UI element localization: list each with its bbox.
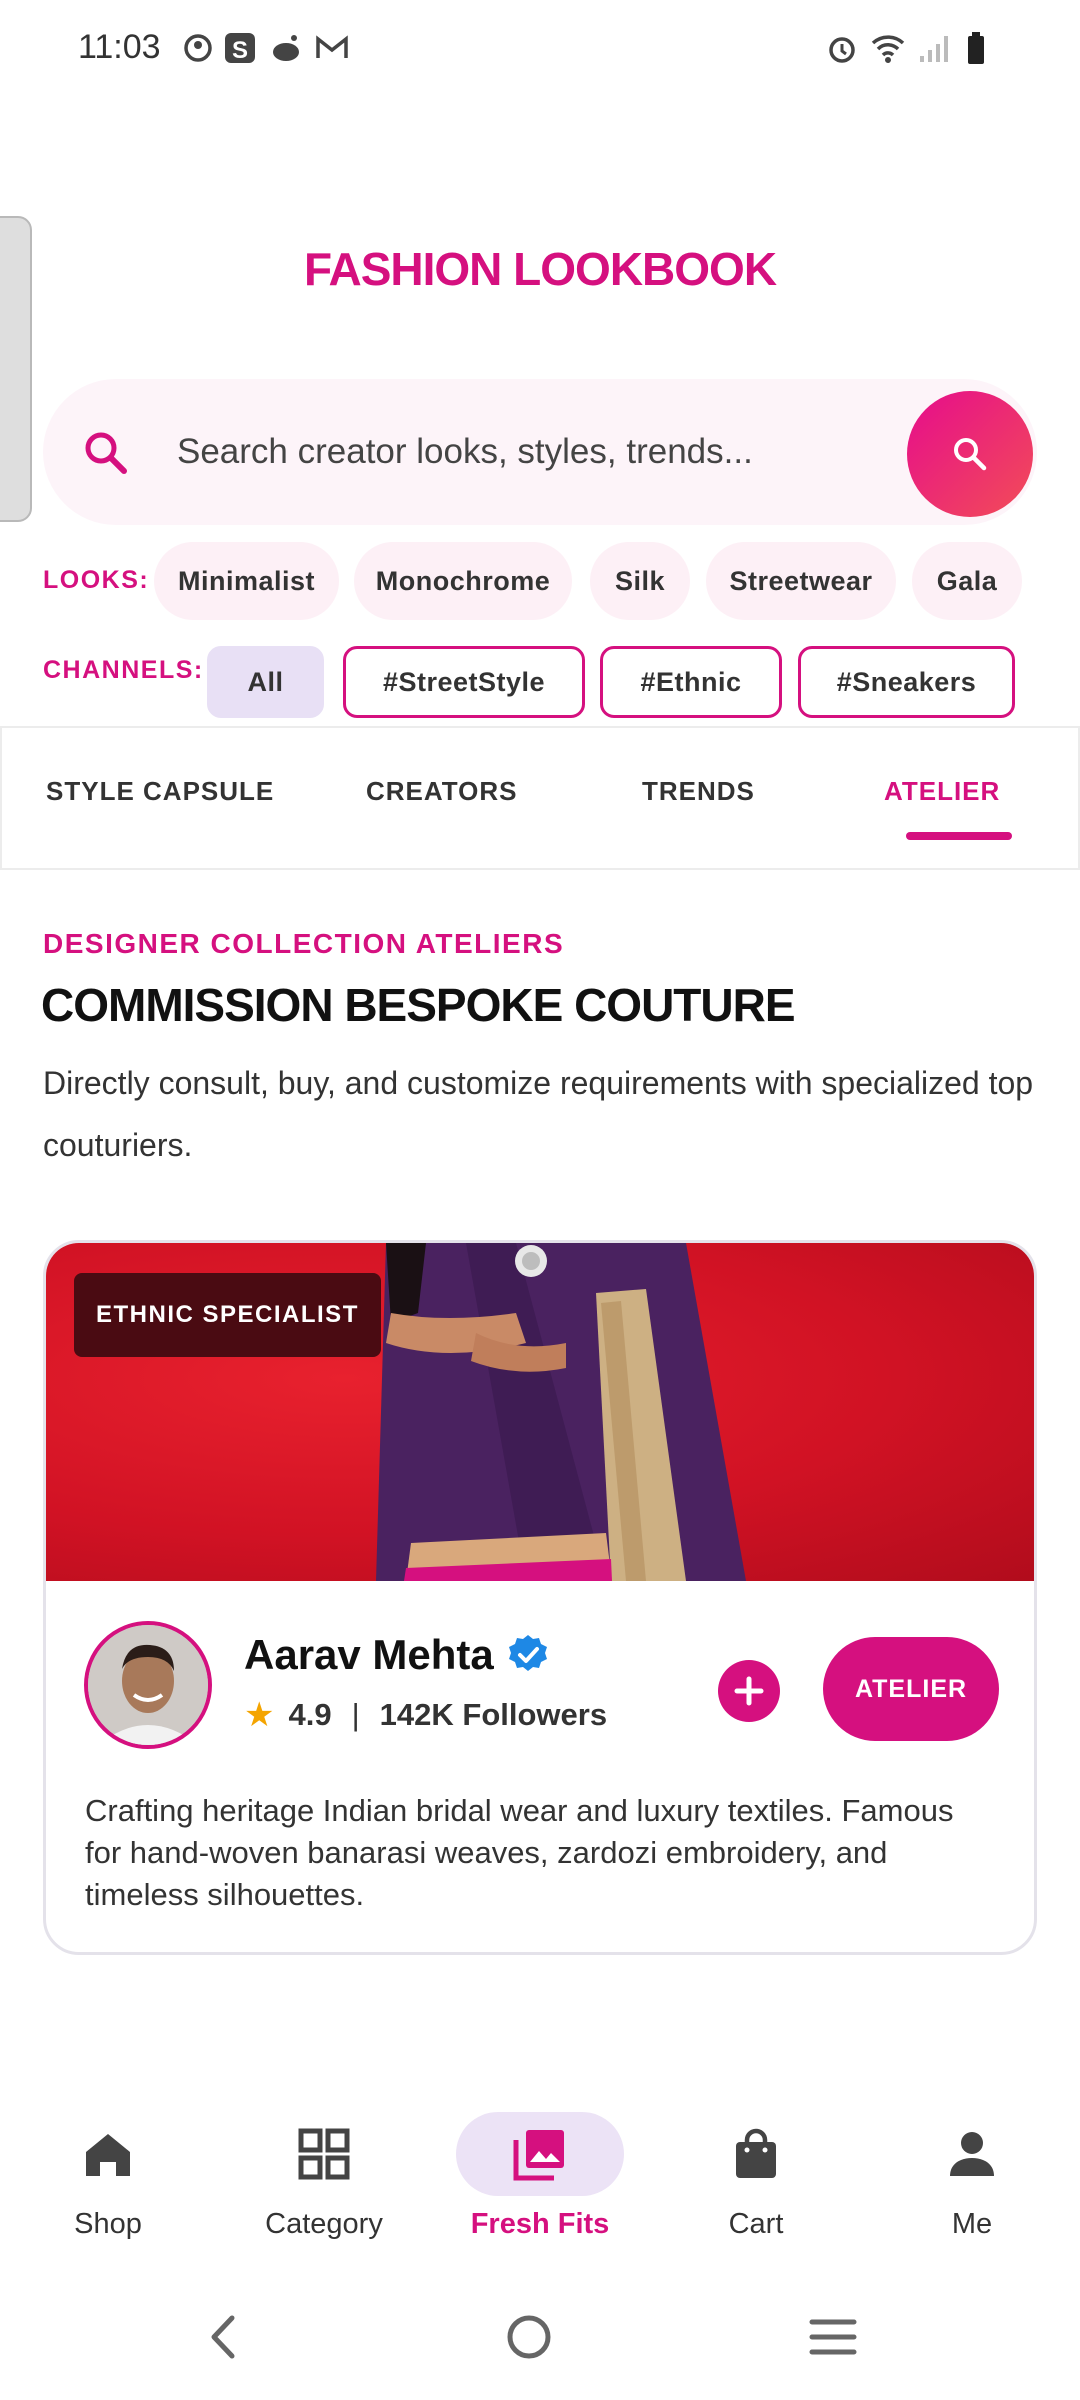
creator-rating: 4.9: [288, 1697, 332, 1732]
channel-chip-sneakers[interactable]: #Sneakers: [798, 646, 1015, 718]
search-bar[interactable]: [43, 379, 1037, 525]
status-bar: 11:03 S: [0, 0, 1080, 96]
atelier-card[interactable]: ETHNIC SPECIALIST Aarav Mehta ★ 4.9 | 14…: [43, 1240, 1037, 1955]
specialty-badge: ETHNIC SPECIALIST: [74, 1273, 381, 1357]
svg-text:S: S: [232, 37, 248, 64]
tab-style-capsule[interactable]: STYLE CAPSULE: [46, 776, 274, 807]
nav-shop-label: Shop: [74, 2208, 142, 2240]
section-eyebrow: DESIGNER COLLECTION ATELIERS: [43, 928, 565, 959]
nav-me[interactable]: Me: [864, 2086, 1080, 2276]
creator-bio: Crafting heritage Indian bridal wear and…: [85, 1793, 954, 1912]
section-tabs: STYLE CAPSULE CREATORS TRENDS ATELIER: [0, 726, 1080, 870]
bottom-navigation: Shop Category Fresh Fits Cart Me: [0, 2086, 1080, 2276]
photo-library-icon: [513, 2130, 564, 2181]
hero-image: ETHNIC SPECIALIST: [46, 1243, 1034, 1581]
system-navigation: [0, 2276, 1080, 2400]
verified-badge-icon: [509, 1635, 547, 1671]
person-icon: [950, 2132, 994, 2176]
search-icon: [85, 432, 127, 474]
home-icon: [86, 2134, 130, 2176]
nav-me-label: Me: [951, 2208, 993, 2240]
creator-stats: ★ 4.9 | 142K Followers: [244, 1695, 607, 1735]
s-app-icon: S: [225, 33, 255, 64]
search-button[interactable]: [907, 391, 1033, 517]
home-circle-icon[interactable]: [505, 2312, 553, 2362]
channel-chip-ethnic[interactable]: #Ethnic: [600, 646, 782, 718]
nav-shop[interactable]: Shop: [0, 2086, 216, 2276]
tab-trends[interactable]: TRENDS: [642, 776, 755, 807]
app-notification-icon: [184, 34, 212, 62]
nav-cart-label: Cart: [728, 2208, 784, 2240]
nav-fresh-fits[interactable]: Fresh Fits: [432, 2086, 648, 2276]
search-icon: [954, 438, 987, 471]
reddit-icon: [273, 35, 299, 61]
plus-icon: [734, 1676, 764, 1706]
channel-chip-all[interactable]: All: [207, 646, 324, 718]
gmail-icon: [316, 35, 348, 58]
recents-menu-icon[interactable]: [808, 2316, 858, 2358]
look-chip-gala[interactable]: Gala: [912, 542, 1022, 620]
shopping-bag-icon: [736, 2128, 776, 2178]
nav-fresh-fits-label: Fresh Fits: [470, 2208, 610, 2240]
look-chip-silk[interactable]: Silk: [590, 542, 690, 620]
star-icon: ★: [244, 1696, 275, 1734]
avatar[interactable]: [84, 1621, 212, 1749]
grid-icon: [298, 2128, 350, 2180]
follow-button[interactable]: [718, 1660, 780, 1722]
creator-followers: 142K Followers: [379, 1697, 608, 1732]
status-time: 11:03: [78, 28, 161, 66]
active-tab-indicator: [906, 832, 1012, 840]
alarm-icon: [829, 37, 855, 63]
atelier-button[interactable]: ATELIER: [823, 1637, 999, 1741]
looks-label: LOOKS:: [43, 566, 150, 594]
wifi-icon: [871, 35, 905, 63]
channels-label: CHANNELS:: [43, 656, 204, 684]
look-chip-minimalist[interactable]: Minimalist: [154, 542, 339, 620]
channel-chip-streetstyle[interactable]: #StreetStyle: [343, 646, 585, 718]
search-input[interactable]: [177, 417, 917, 487]
nav-cart[interactable]: Cart: [648, 2086, 864, 2276]
tab-creators[interactable]: CREATORS: [366, 776, 518, 807]
section-description: Directly consult, buy, and customize req…: [43, 1065, 1034, 1163]
back-icon[interactable]: [204, 2312, 244, 2362]
nav-category-label: Category: [265, 2208, 383, 2240]
look-chip-monochrome[interactable]: Monochrome: [354, 542, 572, 620]
look-chip-streetwear[interactable]: Streetwear: [706, 542, 896, 620]
battery-icon: [968, 32, 984, 64]
section-heading: COMMISSION BESPOKE COUTURE: [41, 979, 796, 1031]
avatar-portrait: [88, 1625, 208, 1745]
app-title: FASHION LOOKBOOK: [303, 243, 777, 295]
stats-separator: |: [351, 1697, 360, 1732]
nav-category[interactable]: Category: [216, 2086, 432, 2276]
creator-name: Aarav Mehta: [244, 1631, 494, 1678]
tab-atelier[interactable]: ATELIER: [884, 776, 1000, 807]
signal-icon: [920, 36, 948, 62]
